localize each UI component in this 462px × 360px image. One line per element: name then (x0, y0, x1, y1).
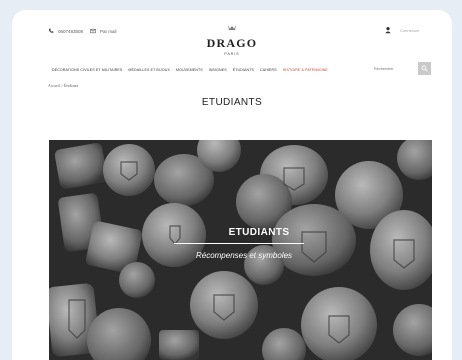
nav-item-mouvements[interactable]: MOUVEMENTS (176, 68, 203, 72)
nav-item-histoire[interactable]: HISTOIRE & PATRIMOINE (283, 68, 328, 72)
hero-banner: ETUDIANTS Récompenses et symboles (49, 140, 432, 360)
search-form (374, 62, 432, 75)
phone-number[interactable]: 0607483508 (58, 29, 83, 34)
hero-title: ETUDIANTS (228, 227, 290, 238)
search-icon (421, 65, 428, 72)
logo-subtitle: PARIS (224, 52, 240, 56)
hero-image (49, 140, 432, 360)
logo-link[interactable]: DRAGO PARIS (202, 18, 262, 56)
nav-item-cahiers[interactable]: CAHIERS (260, 68, 277, 72)
search-input[interactable] (374, 64, 418, 73)
crest-icon (228, 25, 236, 30)
search-button[interactable] (418, 62, 431, 75)
hero-subtitle: Récompenses et symboles (195, 251, 293, 260)
nav-item-decorations[interactable]: DÉCORATIONS CIVILES ET MILITAIRES (52, 68, 122, 72)
account-area: Connexion (384, 26, 419, 34)
nav-item-insignes[interactable]: INSIGNES (209, 68, 227, 72)
user-icon[interactable] (384, 26, 392, 34)
header: 0607483508 Par mail DRAGO PARIS Connexio… (12, 10, 452, 60)
nav-item-etudiants[interactable]: ÉTUDIANTS (233, 68, 254, 72)
login-link[interactable]: Connexion (400, 28, 419, 33)
breadcrumb[interactable]: Accueil > Étudiants (48, 84, 78, 88)
main-nav: DÉCORATIONS CIVILES ET MILITAIRES MÉDAIL… (52, 68, 328, 72)
mail-link[interactable]: Par mail (100, 29, 117, 34)
page-card: 0607483508 Par mail DRAGO PARIS Connexio… (12, 10, 452, 360)
mail-icon[interactable] (90, 28, 96, 34)
contact-bar: 0607483508 Par mail (48, 28, 117, 34)
hero-divider (174, 243, 304, 244)
logo: DRAGO (206, 36, 258, 50)
nav-item-medailles[interactable]: MÉDAILLES ET BIJOUX (128, 68, 170, 72)
page-title: ETUDIANTS (201, 97, 263, 108)
phone-icon[interactable] (48, 28, 54, 34)
